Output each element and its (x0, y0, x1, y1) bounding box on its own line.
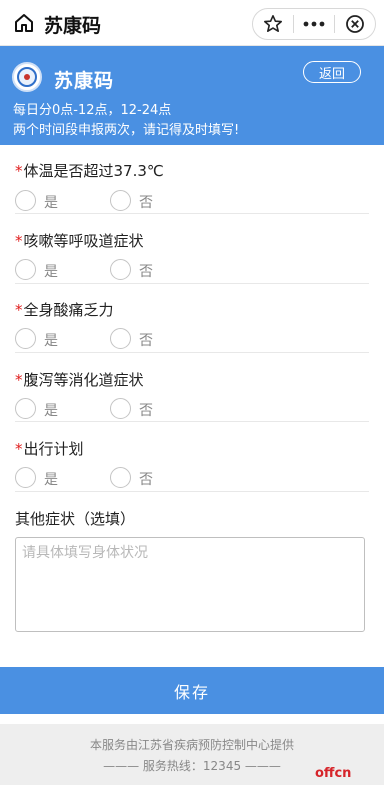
radio-no-label: 否 (139, 264, 153, 280)
required-mark: * (15, 301, 23, 319)
question-title: *全身酸痛乏力 (15, 299, 114, 320)
radio-yes[interactable] (15, 328, 36, 349)
question-title: *体温是否超过37.3℃ (15, 160, 164, 181)
required-mark: * (15, 162, 23, 180)
required-mark: * (15, 371, 23, 389)
divider (15, 491, 369, 492)
notice-line-2: 两个时间段申报两次，请记得及时填写! (13, 123, 240, 138)
radio-no[interactable] (110, 398, 131, 419)
divider (15, 352, 369, 353)
page-header: 苏康码 返回 每日分0点-12点，12-24点 两个时间段申报两次，请记得及时填… (0, 46, 384, 145)
radio-no[interactable] (110, 328, 131, 349)
other-symptoms-input[interactable] (15, 537, 365, 632)
save-button[interactable]: 保存 (0, 667, 384, 714)
radio-yes-label: 是 (44, 403, 58, 419)
close-icon[interactable] (335, 9, 375, 39)
question-label: 腹泻等消化道症状 (23, 371, 144, 389)
radio-yes[interactable] (15, 467, 36, 488)
other-symptoms-label: 其他症状（选填） (15, 510, 136, 528)
footer-provider-text: 本服务由江苏省疾病预防控制中心提供 (89, 738, 294, 752)
radio-yes[interactable] (15, 398, 36, 419)
radio-yes[interactable] (15, 259, 36, 280)
radio-yes-label: 是 (44, 333, 58, 349)
radio-yes-label: 是 (44, 195, 58, 211)
radio-no-label: 否 (139, 403, 153, 419)
more-icon[interactable] (294, 9, 334, 39)
brand-title: 苏康码 (54, 70, 115, 92)
required-mark: * (15, 232, 23, 250)
notice-line-1: 每日分0点-12点，12-24点 (13, 103, 172, 118)
radio-no[interactable] (110, 259, 131, 280)
watermark-logo: offcn (315, 766, 352, 781)
mini-program-capsule (252, 8, 376, 40)
back-button[interactable]: 返回 (303, 61, 361, 83)
question-title: *咳嗽等呼吸道症状 (15, 230, 144, 251)
radio-yes-label: 是 (44, 264, 58, 280)
radio-no[interactable] (110, 467, 131, 488)
question-label: 全身酸痛乏力 (23, 301, 114, 319)
question-label: 体温是否超过37.3℃ (23, 162, 164, 180)
radio-no-label: 否 (139, 472, 153, 488)
divider (15, 421, 369, 422)
radio-yes-label: 是 (44, 472, 58, 488)
radio-yes[interactable] (15, 190, 36, 211)
question-title: *腹泻等消化道症状 (15, 369, 144, 390)
question-title: *出行计划 (15, 438, 84, 459)
question-label: 咳嗽等呼吸道症状 (23, 232, 144, 250)
top-nav-bar: 苏康码 (0, 0, 384, 46)
radio-no-label: 否 (139, 195, 153, 211)
brand-logo (12, 62, 42, 92)
app-title: 苏康码 (44, 15, 102, 37)
question-label: 出行计划 (23, 440, 84, 458)
star-icon[interactable] (253, 9, 293, 39)
required-mark: * (15, 440, 23, 458)
home-icon[interactable] (14, 13, 34, 33)
radio-no-label: 否 (139, 333, 153, 349)
divider (15, 283, 369, 284)
divider (15, 213, 369, 214)
radio-no[interactable] (110, 190, 131, 211)
